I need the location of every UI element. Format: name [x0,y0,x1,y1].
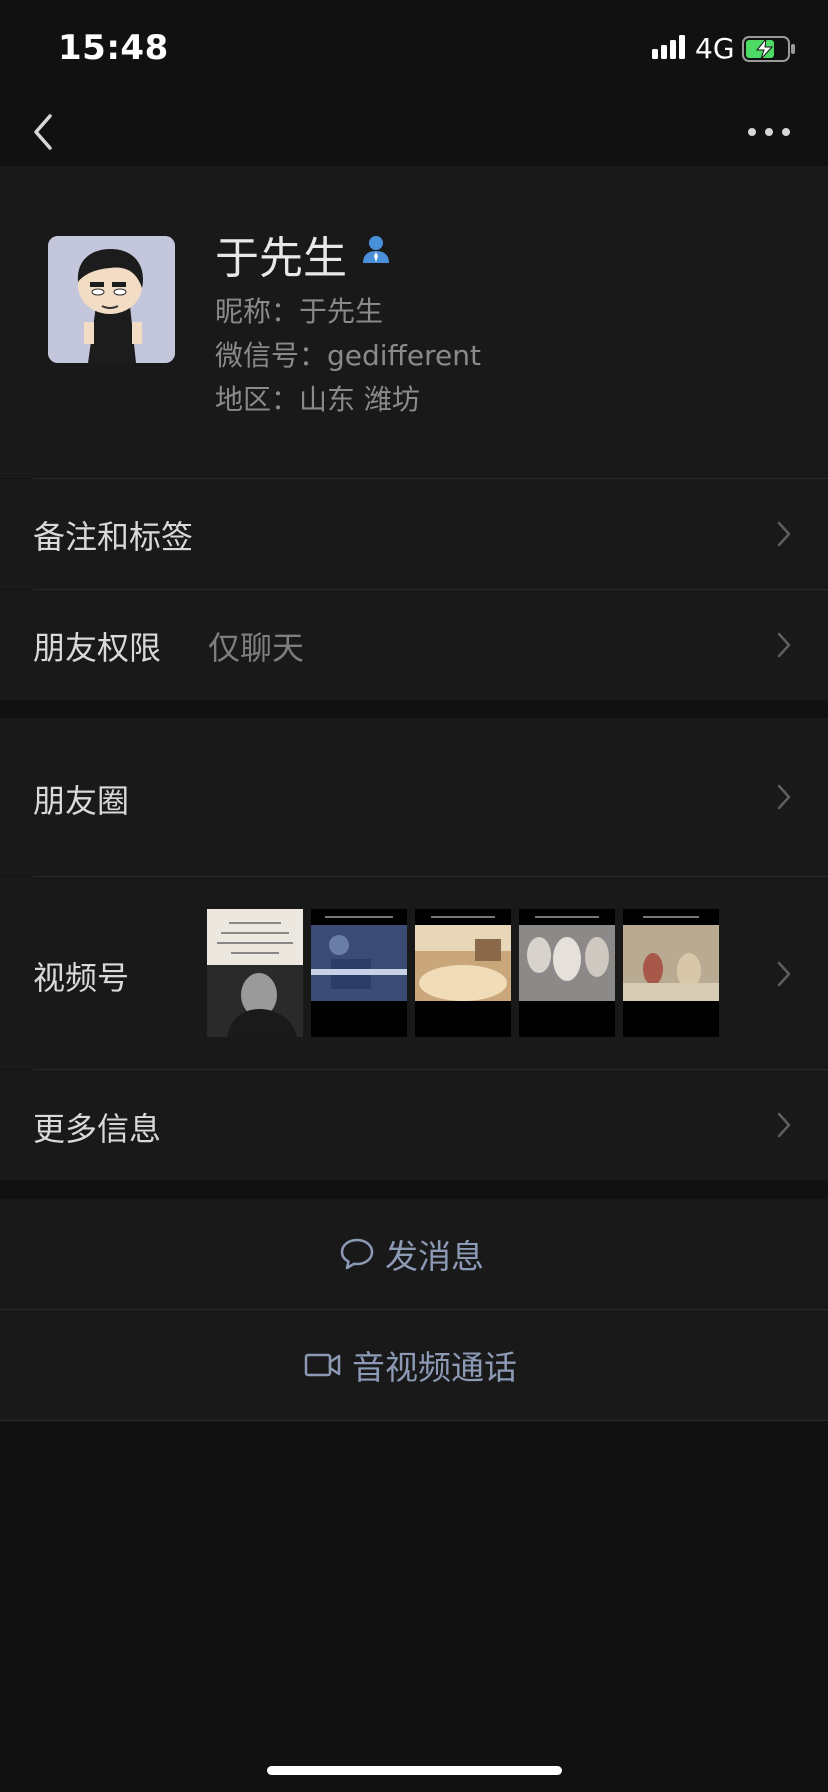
verified-user-icon [363,236,389,263]
profile-card: 于先生 昵称：于先生 微信号：gedifferent 地区：山东 潍坊 [0,200,828,478]
video-call-label: 音视频通话 [352,1348,517,1387]
video-camera-icon [304,1353,341,1377]
profile-nickname: 昵称：于先生 [215,295,384,328]
video-thumbnail[interactable] [623,909,719,1037]
remarks-tags-row[interactable]: 备注和标签 [0,479,828,589]
battery-charging-icon [742,36,795,62]
video-thumbnail[interactable] [519,909,615,1037]
video-thumbnail[interactable] [311,909,407,1037]
status-bar: 15:48 4G [0,0,828,100]
video-thumbnail[interactable] [207,909,303,1037]
friend-permissions-value: 仅聊天 [208,629,305,667]
chat-bubble-icon [340,1238,374,1270]
more-info-row[interactable]: 更多信息 [0,1070,828,1180]
video-call-button[interactable]: 音视频通话 [0,1310,828,1420]
more-icon[interactable] [744,120,794,144]
more-info-label: 更多信息 [33,1110,162,1148]
signal-icon [652,35,685,59]
profile-name: 于先生 [215,233,347,284]
moments-label: 朋友圈 [33,782,130,820]
profile-wechat-id[interactable]: 微信号：gedifferent [215,334,481,374]
chevron-right-icon [777,961,791,987]
chevron-right-icon [777,521,791,547]
chevron-right-icon [777,784,791,810]
channels-row[interactable]: 视频号 [0,877,828,1069]
status-time: 15:48 [58,28,169,68]
network-type: 4G [695,32,735,65]
channels-label: 视频号 [33,959,130,997]
send-message-button[interactable]: 发消息 [0,1199,828,1309]
moments-row[interactable]: 朋友圈 [0,718,828,876]
send-message-label: 发消息 [385,1237,484,1276]
avatar[interactable] [48,236,175,363]
divider [0,1420,828,1421]
nav-bar [0,100,828,166]
chevron-right-icon [777,1112,791,1138]
remarks-tags-label: 备注和标签 [33,518,194,556]
channels-thumbnails[interactable] [207,909,727,1037]
profile-region: 地区：山东 潍坊 [215,383,420,416]
friend-permissions-label: 朋友权限 [33,629,162,667]
profile-card-top [0,166,828,200]
chevron-right-icon [777,632,791,658]
home-indicator [267,1766,562,1775]
friend-permissions-row[interactable]: 朋友权限 仅聊天 [0,590,828,700]
video-thumbnail[interactable] [415,909,511,1037]
back-icon[interactable] [28,112,62,152]
